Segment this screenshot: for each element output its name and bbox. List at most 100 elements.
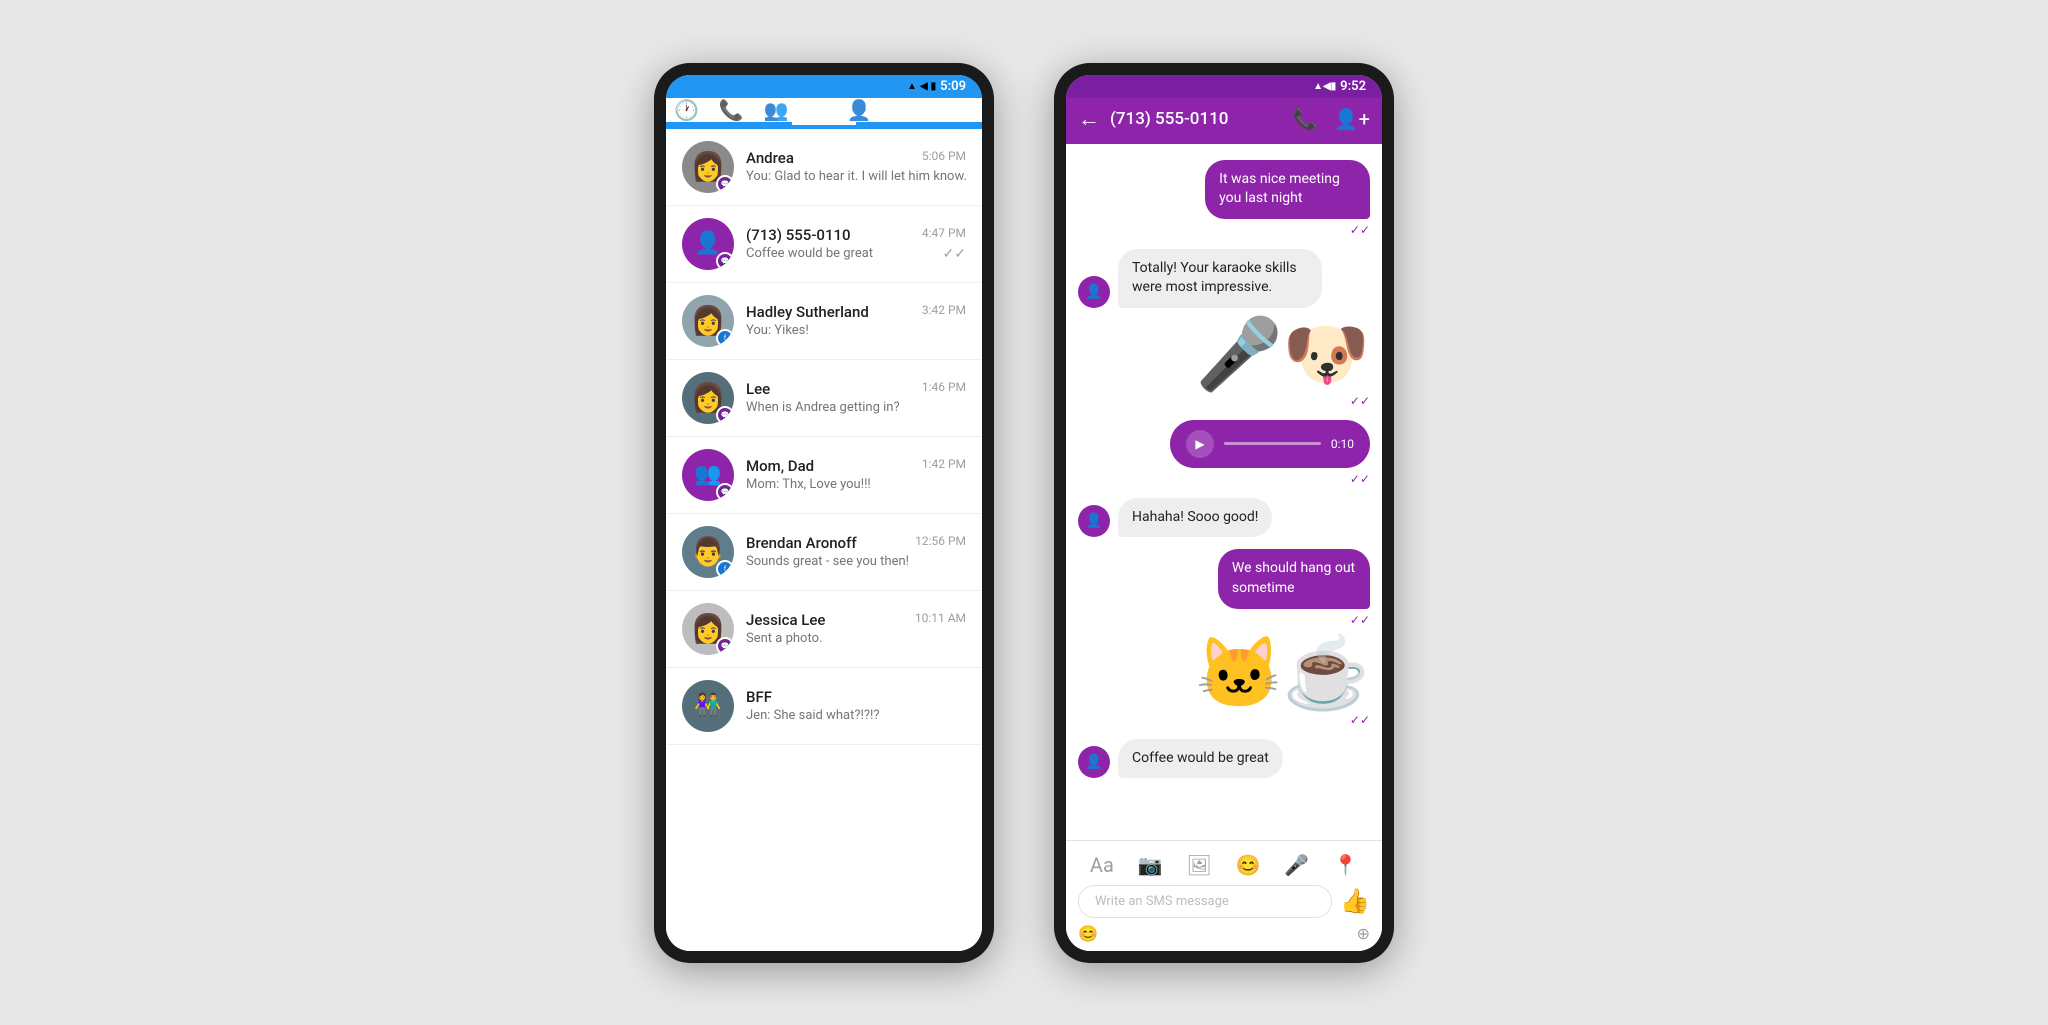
preview-text: Jen: She said what?!?!? (746, 708, 880, 723)
read-check: ✓✓ (1350, 713, 1370, 727)
list-item[interactable]: 👩 💬 Lee 1:46 PM When is Andrea getting i… (666, 360, 982, 437)
camera-icon[interactable]: 📷 (1138, 853, 1163, 877)
location-icon[interactable]: 📍 (1333, 853, 1358, 877)
signal-icon: ◀ (920, 81, 928, 92)
preview-text: When is Andrea getting in? (746, 400, 900, 415)
sticker: 🎤🐶 (1196, 320, 1370, 390)
send-button[interactable]: 👍 (1340, 887, 1370, 915)
messenger-badge: f (716, 329, 734, 347)
contact-info: Mom, Dad 1:42 PM Mom: Thx, Love you!!! (746, 457, 966, 492)
right-phone: ▲◀▮ 9:52 ← (713) 555-0110 📞 👤+ It was ni… (1054, 63, 1394, 963)
message-bubble-received: Coffee would be great (1118, 739, 1283, 779)
preview-text: You: Glad to hear it. I will let him kno… (746, 169, 966, 184)
message-row: 👤 Hahaha! Sooo good! (1078, 498, 1370, 538)
contact-preview: When is Andrea getting in? (746, 400, 966, 415)
message-input[interactable]: Write an SMS message (1078, 885, 1332, 918)
contact-preview: You: Yikes! (746, 323, 966, 338)
messenger-badge: 💬 (716, 252, 734, 270)
contact-time: 3:42 PM (922, 303, 966, 321)
chat-input-icons: Aa 📷 🖼 😊 🎤 📍 (1078, 849, 1370, 885)
left-phone-screen: ▲ ◀ ▮ 5:09 🕐 📞 👥 ☰ 👤 👩 💬 (666, 75, 982, 951)
contact-preview: You: Glad to hear it. I will let him kno… (746, 169, 966, 185)
read-check: ✓✓ (1350, 223, 1370, 237)
message-bubble-received: Hahaha! Sooo good! (1118, 498, 1272, 538)
contact-name: Hadley Sutherland (746, 303, 869, 321)
wifi-icon: ▲◀▮ (1313, 81, 1336, 92)
contact-name-row: (713) 555-0110 4:47 PM (746, 226, 966, 244)
contact-info: Andrea 5:06 PM You: Glad to hear it. I w… (746, 149, 966, 185)
audio-progress-bar (1224, 442, 1321, 445)
sticker: 🐱☕ (1196, 639, 1370, 709)
left-status-icons: ▲ ◀ ▮ (907, 81, 936, 92)
contact-preview: Coffee would be great ✓✓ (746, 246, 966, 262)
message-row: We should hang out sometime ✓✓ (1078, 549, 1370, 626)
message-row: 👤 Totally! Your karaoke skills were most… (1078, 249, 1370, 308)
right-status-bar: ▲◀▮ 9:52 (1066, 75, 1382, 98)
call-button[interactable]: 📞 (1293, 107, 1318, 131)
image-icon[interactable]: 🖼 (1186, 853, 1211, 877)
preview-text: Mom: Thx, Love you!!! (746, 477, 871, 492)
text-icon[interactable]: Aa (1090, 853, 1114, 877)
message-bubble-received: Totally! Your karaoke skills were most i… (1118, 249, 1322, 308)
add-emoji-icon[interactable]: ⊕ (1357, 924, 1370, 943)
contact-name: Andrea (746, 149, 794, 167)
audio-message[interactable]: ▶ 0:10 (1170, 420, 1370, 468)
messenger-badge: 💬 (716, 483, 734, 501)
contact-name-row: Mom, Dad 1:42 PM (746, 457, 966, 475)
back-button[interactable]: ← (1078, 106, 1100, 132)
read-check: ✓✓ (1350, 394, 1370, 408)
avatar: 👤 (1078, 276, 1110, 308)
avatar: 👩 f (682, 295, 734, 347)
contact-name: Brendan Aronoff (746, 534, 857, 552)
avatar: 👩 💬 (682, 372, 734, 424)
list-item[interactable]: 👫 BFF Jen: She said what?!?!? (666, 668, 982, 745)
contact-time: 5:06 PM (922, 149, 966, 167)
message-bubble-sent: We should hang out sometime (1218, 549, 1370, 608)
list-item[interactable]: 👩 f Hadley Sutherland 3:42 PM You: Yikes… (666, 283, 982, 360)
contact-time: 12:56 PM (915, 534, 966, 552)
contact-info: Hadley Sutherland 3:42 PM You: Yikes! (746, 303, 966, 338)
contact-preview: Sounds great - see you then! (746, 554, 966, 569)
contact-name: Mom, Dad (746, 457, 814, 475)
left-phone: ▲ ◀ ▮ 5:09 🕐 📞 👥 ☰ 👤 👩 💬 (654, 63, 994, 963)
list-item[interactable]: 👩 💬 Andrea 5:06 PM You: Glad to hear it.… (666, 129, 982, 206)
contact-name: BFF (746, 688, 772, 706)
emoji-icon[interactable]: 😊 (1078, 924, 1098, 943)
messenger-badge: f (716, 560, 734, 578)
mic-icon[interactable]: 🎤 (1284, 853, 1309, 877)
list-item[interactable]: 👥 💬 Mom, Dad 1:42 PM Mom: Thx, Love you!… (666, 437, 982, 514)
list-item[interactable]: 👩 💬 Jessica Lee 10:11 AM Sent a photo. (666, 591, 982, 668)
preview-text: You: Yikes! (746, 323, 809, 338)
contact-name: (713) 555-0110 (746, 226, 851, 244)
preview-text: Sent a photo. (746, 631, 822, 646)
avatar: 👤 (1078, 746, 1110, 778)
right-time: 9:52 (1340, 79, 1366, 94)
list-item[interactable]: 👨 f Brendan Aronoff 12:56 PM Sounds grea… (666, 514, 982, 591)
chat-title: (713) 555-0110 (1110, 109, 1283, 129)
contact-name-row: Hadley Sutherland 3:42 PM (746, 303, 966, 321)
wifi-icon: ▲ (907, 81, 917, 92)
avatar: 👤 💬 (682, 218, 734, 270)
contact-time: 4:47 PM (922, 226, 966, 244)
add-contact-button[interactable]: 👤+ (1334, 107, 1370, 131)
messenger-badge: 💬 (716, 406, 734, 424)
preview-text: Sounds great - see you then! (746, 554, 909, 569)
contact-preview: Jen: She said what?!?!? (746, 708, 966, 723)
list-item[interactable]: 👤 💬 (713) 555-0110 4:47 PM Coffee would … (666, 206, 982, 283)
message-row: 🎤🐶 ✓✓ (1078, 320, 1370, 408)
message-row: 👤 Coffee would be great (1078, 739, 1370, 779)
chat-input-bottom: 😊 ⊕ (1078, 918, 1370, 943)
contact-info: BFF Jen: She said what?!?!? (746, 688, 966, 723)
emoji-picker-icon[interactable]: 😊 (1236, 853, 1261, 877)
avatar: 👨 f (682, 526, 734, 578)
message-row: ▶ 0:10 ✓✓ (1078, 420, 1370, 486)
contact-preview: Mom: Thx, Love you!!! (746, 477, 966, 492)
preview-text: Coffee would be great (746, 246, 873, 261)
play-button[interactable]: ▶ (1186, 430, 1214, 458)
audio-duration: 0:10 (1331, 437, 1354, 451)
message-row: It was nice meeting you last night ✓✓ (1078, 160, 1370, 237)
contact-name-row: BFF (746, 688, 966, 706)
chat-input-area: Aa 📷 🖼 😊 🎤 📍 Write an SMS message 👍 😊 ⊕ (1066, 840, 1382, 951)
avatar: 👫 (682, 680, 734, 732)
avatar: 👩 💬 (682, 141, 734, 193)
